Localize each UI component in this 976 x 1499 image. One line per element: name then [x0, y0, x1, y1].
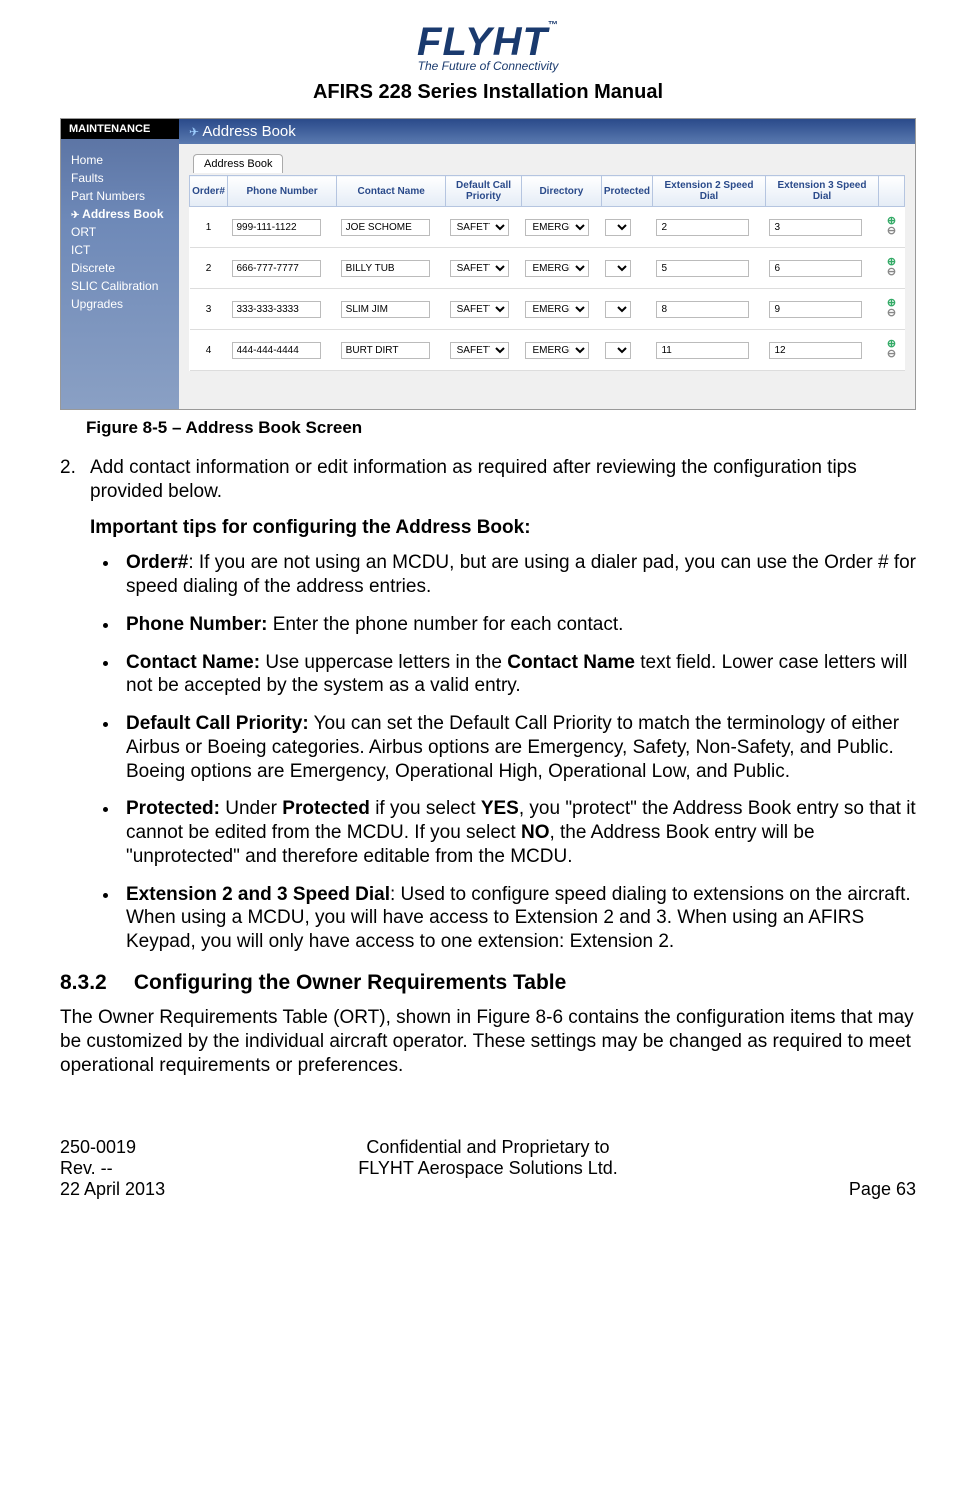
cell-order: 1: [190, 207, 228, 248]
contact-input[interactable]: [341, 219, 430, 236]
main-title-bar: Address Book: [179, 119, 915, 144]
table-row: 1 SAFETY EMERGENCY NO ⊕⊖: [190, 207, 905, 248]
nav-home[interactable]: Home: [71, 151, 173, 169]
col-contact: Contact Name: [337, 176, 446, 207]
step-text: Add contact information or edit informat…: [90, 456, 916, 504]
step-number: 2.: [60, 456, 90, 504]
nav-slic-calibration[interactable]: SLIC Calibration: [71, 277, 173, 295]
tab-address-book[interactable]: Address Book: [193, 154, 283, 173]
row-actions[interactable]: ⊕⊖: [879, 248, 905, 289]
confidential-line2: FLYHT Aerospace Solutions Ltd.: [345, 1158, 630, 1179]
ext3-input[interactable]: [769, 342, 861, 359]
col-directory: Directory: [521, 176, 601, 207]
step-2: 2. Add contact information or edit infor…: [60, 456, 916, 504]
ext2-input[interactable]: [656, 260, 748, 277]
nav-faults[interactable]: Faults: [71, 169, 173, 187]
nav-part-numbers[interactable]: Part Numbers: [71, 187, 173, 205]
cell-order: 2: [190, 248, 228, 289]
cell-order: 3: [190, 289, 228, 330]
page-footer: 250-0019 Rev. -- 22 April 2013 Confident…: [60, 1137, 916, 1200]
col-protected: Protected: [601, 176, 652, 207]
list-item: Default Call Priority: You can set the D…: [120, 712, 916, 783]
directory-select[interactable]: EMERGENCY: [525, 342, 588, 359]
sidebar-heading: MAINTENANCE: [61, 119, 179, 139]
ext2-input[interactable]: [656, 301, 748, 318]
list-item: Protected: Under Protected if you select…: [120, 797, 916, 868]
remove-row-icon[interactable]: ⊖: [883, 227, 901, 237]
row-actions[interactable]: ⊕⊖: [879, 289, 905, 330]
logo-tagline: The Future of Connectivity: [60, 59, 916, 73]
list-item: Contact Name: Use uppercase letters in t…: [120, 651, 916, 699]
col-ext3: Extension 3 Speed Dial: [765, 176, 878, 207]
directory-select[interactable]: EMERGENCY: [525, 301, 588, 318]
directory-select[interactable]: EMERGENCY: [525, 260, 588, 277]
doc-rev: Rev. --: [60, 1158, 345, 1179]
remove-row-icon[interactable]: ⊖: [883, 350, 901, 360]
phone-input[interactable]: [232, 260, 321, 277]
tips-list: Order#: If you are not using an MCDU, bu…: [90, 551, 916, 954]
phone-input[interactable]: [232, 342, 321, 359]
priority-select[interactable]: SAFETY: [450, 301, 510, 318]
footer-left: 250-0019 Rev. -- 22 April 2013: [60, 1137, 345, 1200]
screenshot-figure: MAINTENANCE Home Faults Part Numbers Add…: [60, 118, 916, 410]
confidential-line1: Confidential and Proprietary to: [345, 1137, 630, 1158]
protected-select[interactable]: NO: [605, 260, 631, 277]
list-item: Order#: If you are not using an MCDU, bu…: [120, 551, 916, 599]
screenshot-sidebar: MAINTENANCE Home Faults Part Numbers Add…: [61, 119, 179, 409]
col-order: Order#: [190, 176, 228, 207]
nav-ict[interactable]: ICT: [71, 241, 173, 259]
nav-ort[interactable]: ORT: [71, 223, 173, 241]
remove-row-icon[interactable]: ⊖: [883, 309, 901, 319]
ext3-input[interactable]: [769, 260, 861, 277]
manual-title: AFIRS 228 Series Installation Manual: [60, 81, 916, 104]
table-row: 2 SAFETY EMERGENCY NO ⊕⊖: [190, 248, 905, 289]
directory-select[interactable]: EMERGENCY: [525, 219, 588, 236]
ext3-input[interactable]: [769, 301, 861, 318]
cell-order: 4: [190, 330, 228, 371]
row-actions[interactable]: ⊕⊖: [879, 207, 905, 248]
contact-input[interactable]: [341, 260, 430, 277]
row-actions[interactable]: ⊕⊖: [879, 330, 905, 371]
contact-input[interactable]: [341, 342, 430, 359]
ext3-input[interactable]: [769, 219, 861, 236]
section-title: Configuring the Owner Requirements Table: [134, 971, 566, 994]
remove-row-icon[interactable]: ⊖: [883, 268, 901, 278]
list-item: Phone Number: Enter the phone number for…: [120, 613, 916, 637]
footer-center: Confidential and Proprietary to FLYHT Ae…: [345, 1137, 630, 1200]
priority-select[interactable]: SAFETY: [450, 219, 510, 236]
col-ext2: Extension 2 Speed Dial: [652, 176, 765, 207]
list-item: Extension 2 and 3 Speed Dial: Used to co…: [120, 883, 916, 954]
col-priority: Default Call Priority: [446, 176, 522, 207]
doc-date: 22 April 2013: [60, 1179, 345, 1200]
phone-input[interactable]: [232, 301, 321, 318]
nav-discrete[interactable]: Discrete: [71, 259, 173, 277]
page-number: Page 63: [849, 1179, 916, 1199]
footer-right: Page 63: [631, 1137, 916, 1200]
figure-caption: Figure 8-5 – Address Book Screen: [86, 418, 916, 438]
protected-select[interactable]: NO: [605, 342, 631, 359]
doc-number: 250-0019: [60, 1137, 345, 1158]
col-phone: Phone Number: [228, 176, 337, 207]
protected-select[interactable]: NO: [605, 219, 631, 236]
page-header: FLYHT™ The Future of Connectivity: [60, 20, 916, 73]
ext2-input[interactable]: [656, 342, 748, 359]
logo-tm: ™: [548, 20, 559, 31]
section-heading: 8.3.2 Configuring the Owner Requirements…: [60, 970, 916, 996]
nav-address-book[interactable]: Address Book: [71, 205, 173, 223]
tips-title: Important tips for configuring the Addre…: [90, 516, 916, 540]
priority-select[interactable]: SAFETY: [450, 342, 510, 359]
address-book-table: Order# Phone Number Contact Name Default…: [189, 175, 905, 371]
phone-input[interactable]: [232, 219, 321, 236]
ext2-input[interactable]: [656, 219, 748, 236]
nav-upgrades[interactable]: Upgrades: [71, 295, 173, 313]
priority-select[interactable]: SAFETY: [450, 260, 510, 277]
table-row: 4 SAFETY EMERGENCY NO ⊕⊖: [190, 330, 905, 371]
section-number: 8.3.2: [60, 970, 128, 996]
logo-text: FLYHT: [417, 20, 548, 64]
protected-select[interactable]: NO: [605, 301, 631, 318]
table-row: 3 SAFETY EMERGENCY NO ⊕⊖: [190, 289, 905, 330]
contact-input[interactable]: [341, 301, 430, 318]
section-text: The Owner Requirements Table (ORT), show…: [60, 1006, 916, 1077]
